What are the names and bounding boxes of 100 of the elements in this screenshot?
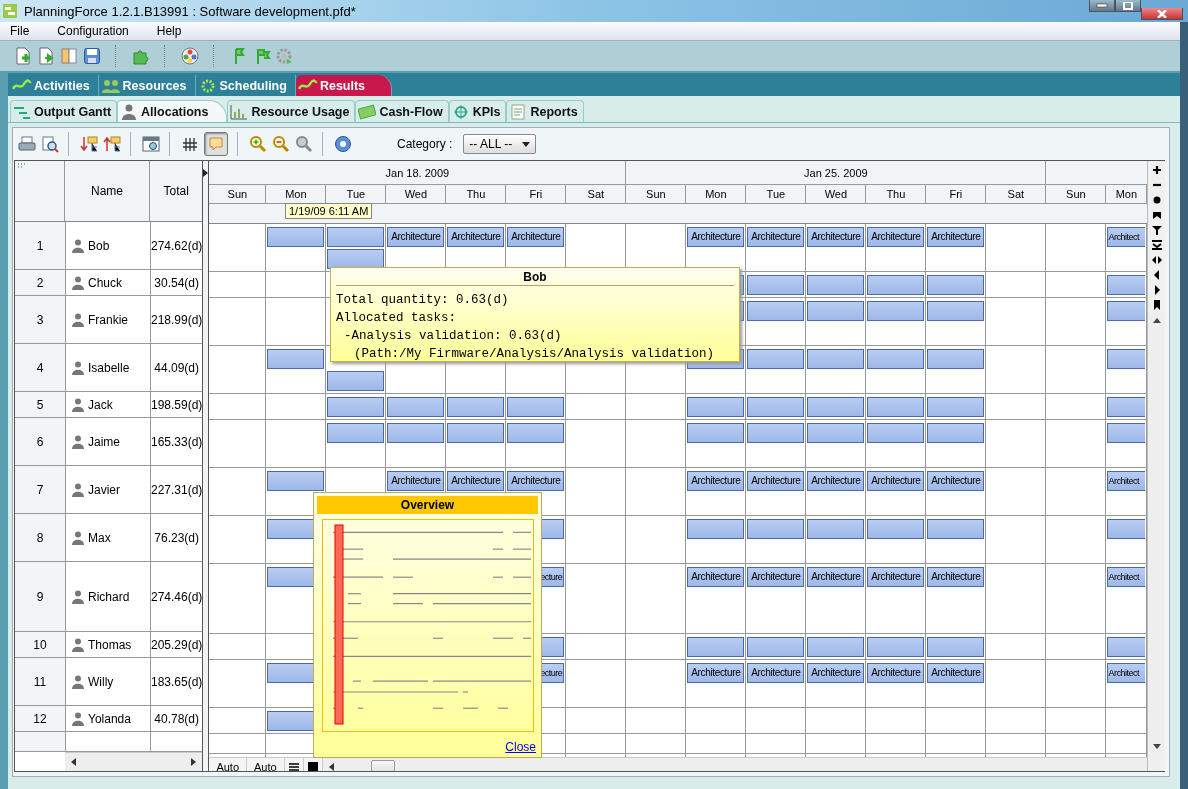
allocation-bar[interactable] — [807, 637, 865, 657]
allocation-bar[interactable]: Architecture — [447, 227, 505, 247]
down-arrow-icon[interactable] — [1152, 744, 1161, 749]
allocation-bar[interactable] — [867, 637, 925, 657]
allocation-bar[interactable] — [927, 519, 985, 539]
allocation-bar[interactable] — [327, 227, 385, 247]
allocation-bar[interactable]: Architecture — [447, 471, 505, 491]
allocation-bar[interactable] — [1107, 301, 1146, 321]
allocation-bar[interactable] — [927, 397, 985, 417]
allocation-bar[interactable] — [1107, 275, 1146, 295]
expand-tree-icon[interactable] — [80, 135, 98, 153]
collapse-arrow-icon[interactable] — [203, 169, 209, 177]
allocation-bar[interactable]: Architect — [1107, 471, 1146, 491]
allocation-bar[interactable] — [807, 519, 865, 539]
right-arrow-icon[interactable] — [190, 758, 197, 766]
collapse-tree-icon[interactable] — [103, 135, 121, 153]
sub-tab[interactable]: Allocations — [117, 100, 228, 122]
menu-item[interactable]: File — [2, 24, 38, 38]
allocation-bar[interactable] — [807, 301, 865, 321]
allocation-bar[interactable]: Architecture — [747, 663, 805, 683]
allocation-bar[interactable] — [507, 397, 565, 417]
allocation-bar[interactable] — [447, 423, 505, 443]
left-right-icon[interactable] — [1150, 254, 1163, 266]
allocation-bar[interactable]: Architect — [1107, 663, 1146, 683]
allocation-bar[interactable] — [267, 227, 325, 247]
allocation-bar[interactable] — [447, 397, 505, 417]
help-icon[interactable] — [334, 135, 352, 153]
allocation-bar[interactable] — [687, 519, 745, 539]
allocation-bar[interactable]: Architecture — [927, 567, 985, 587]
allocation-bar[interactable]: Architecture — [807, 227, 865, 247]
category-dropdown[interactable]: -- ALL -- — [463, 134, 537, 154]
allocation-bar[interactable] — [807, 423, 865, 443]
viewport-marker[interactable] — [334, 524, 344, 725]
allocation-bar[interactable] — [1107, 349, 1146, 369]
allocation-bar[interactable]: Architecture — [867, 471, 925, 491]
plus-icon[interactable] — [1150, 164, 1163, 176]
allocation-bar[interactable] — [807, 397, 865, 417]
allocation-bar[interactable] — [807, 349, 865, 369]
zoom-icon[interactable] — [295, 135, 313, 153]
allocation-bar[interactable]: Architecture — [807, 567, 865, 587]
allocation-bar[interactable] — [927, 301, 985, 321]
allocation-bar[interactable] — [1107, 637, 1146, 657]
allocation-bar[interactable] — [267, 471, 325, 491]
menu-item[interactable]: Help — [148, 24, 190, 38]
allocation-bar[interactable] — [327, 371, 385, 391]
allocation-bar[interactable]: Architecture — [867, 567, 925, 587]
import-file-icon[interactable] — [37, 47, 55, 65]
allocation-bar[interactable] — [1107, 423, 1146, 443]
allocation-bar[interactable] — [867, 397, 925, 417]
puzzle-icon[interactable] — [132, 47, 150, 65]
allocation-bar[interactable] — [867, 275, 925, 295]
allocation-bar[interactable]: Architecture — [387, 227, 445, 247]
top-icon[interactable] — [1150, 209, 1163, 221]
allocation-bar[interactable]: Architecture — [747, 567, 805, 587]
palette-icon[interactable] — [181, 47, 199, 65]
allocation-bar[interactable] — [327, 249, 385, 269]
allocation-bar[interactable] — [867, 349, 925, 369]
allocation-bar[interactable]: Architecture — [747, 227, 805, 247]
column-header[interactable]: Total — [150, 161, 203, 221]
minimize-button[interactable] — [1089, 0, 1115, 12]
allocation-bar[interactable] — [327, 423, 385, 443]
allocation-bar[interactable] — [867, 519, 925, 539]
allocation-bar[interactable]: Architecture — [687, 663, 745, 683]
main-tab[interactable]: Activities — [10, 75, 99, 96]
allocation-bar[interactable] — [747, 275, 805, 295]
sub-tab[interactable]: Output Gantt — [10, 100, 118, 122]
splitter[interactable] — [203, 161, 210, 771]
allocation-bar[interactable]: Architecture — [507, 227, 565, 247]
calendar-icon[interactable] — [142, 135, 160, 153]
allocation-bar[interactable] — [1107, 519, 1146, 539]
allocation-bar[interactable] — [927, 349, 985, 369]
allocation-bar[interactable] — [927, 423, 985, 443]
tooltips-toggle[interactable] — [204, 132, 228, 156]
auto-button[interactable]: Auto — [209, 758, 247, 771]
allocation-bar[interactable] — [867, 301, 925, 321]
allocation-bar[interactable] — [687, 637, 745, 657]
allocation-bar[interactable]: Architecture — [927, 663, 985, 683]
zoom-out-icon[interactable] — [272, 135, 290, 153]
allocation-bar[interactable] — [867, 423, 925, 443]
allocation-bar[interactable] — [507, 423, 565, 443]
new-file-icon[interactable] — [14, 47, 32, 65]
allocation-bar[interactable]: Architecture — [807, 471, 865, 491]
allocation-bar[interactable]: Architect — [1107, 227, 1146, 247]
maximize-button[interactable] — [1115, 0, 1141, 12]
close-button[interactable] — [1141, 8, 1183, 20]
allocation-bar[interactable]: Architecture — [687, 227, 745, 247]
allocation-bar[interactable] — [687, 423, 745, 443]
allocation-bar[interactable]: Architecture — [927, 471, 985, 491]
allocation-bar[interactable] — [387, 423, 445, 443]
sub-tab[interactable]: Cash-Flow — [355, 100, 449, 122]
sub-tab[interactable]: KPIs — [448, 100, 507, 122]
allocation-bar[interactable] — [747, 301, 805, 321]
allocation-bar[interactable] — [1107, 397, 1146, 417]
allocation-bar[interactable]: Architecture — [807, 663, 865, 683]
allocation-bar[interactable] — [387, 397, 445, 417]
allocation-bar[interactable]: Architecture — [687, 567, 745, 587]
filter-icon[interactable] — [1150, 224, 1163, 236]
left-arrow-icon[interactable] — [71, 758, 77, 766]
allocation-bar[interactable] — [747, 397, 805, 417]
printer-icon[interactable] — [18, 135, 36, 153]
